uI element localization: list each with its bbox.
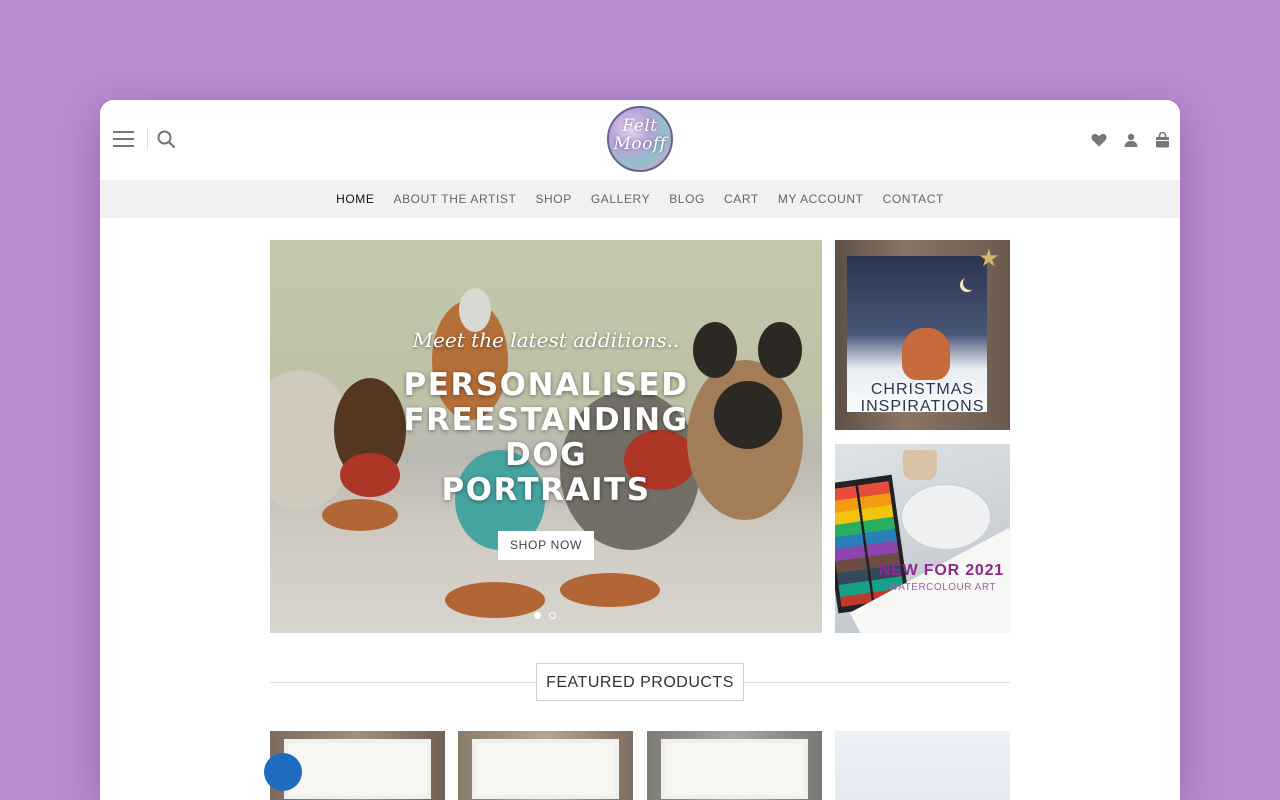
sale-badge (264, 753, 302, 791)
slider-dot-1[interactable] (534, 612, 541, 619)
nav-item-shop[interactable]: SHOP (535, 180, 571, 218)
fox-illustration (902, 328, 950, 380)
header-divider (147, 128, 148, 150)
hero-caption: Meet the latest additions.. (412, 328, 680, 352)
watercolour-art-subtitle: WATERCOLOUR ART (888, 582, 996, 593)
product-card[interactable] (647, 731, 822, 800)
product-card[interactable] (835, 731, 1010, 800)
star-icon: ★ (978, 245, 1000, 272)
menu-icon[interactable] (113, 131, 134, 147)
user-icon[interactable] (1124, 133, 1138, 147)
nav-item-my-account[interactable]: MY ACCOUNT (778, 180, 864, 218)
shop-now-button[interactable]: SHOP NOW (498, 531, 594, 560)
nav-item-about-the-artist[interactable]: ABOUT THE ARTIST (393, 180, 516, 218)
main-navigation: HOME ABOUT THE ARTIST SHOP GALLERY BLOG … (100, 180, 1180, 218)
water-cup (903, 450, 937, 480)
nav-item-gallery[interactable]: GALLERY (591, 180, 650, 218)
slider-dot-2[interactable] (549, 612, 556, 619)
product-card[interactable] (458, 731, 633, 800)
site-logo[interactable]: Felt Mooff (607, 106, 673, 172)
bag-icon[interactable] (1155, 132, 1170, 148)
new-for-2021-title: NEW FOR 2021 (878, 562, 1004, 579)
nav-item-cart[interactable]: CART (724, 180, 759, 218)
hero-slider[interactable]: Meet the latest additions.. PERSONALISED… (270, 240, 822, 633)
slider-dots (534, 612, 556, 619)
featured-products-heading: FEATURED PRODUCTS (536, 663, 744, 701)
watercolour-banner[interactable]: NEW FOR 2021 WATERCOLOUR ART (835, 444, 1010, 633)
hero-title: PERSONALISED FREESTANDING DOG PORTRAITS (403, 367, 689, 508)
christmas-banner-text: CHRISTMAS INSPIRATIONS (860, 381, 985, 415)
nav-item-contact[interactable]: CONTACT (883, 180, 944, 218)
nav-item-blog[interactable]: BLOG (669, 180, 705, 218)
nav-item-home[interactable]: HOME (336, 180, 374, 218)
heart-icon[interactable] (1091, 133, 1107, 147)
search-icon[interactable] (157, 130, 175, 148)
browser-window: Felt Mooff HOME ABOUT THE ARTIST SHOP GA… (100, 100, 1180, 800)
header-icons (1091, 131, 1170, 149)
site-header: Felt Mooff (100, 100, 1180, 180)
mixing-plate (901, 484, 991, 550)
moon-icon (963, 276, 977, 290)
christmas-inspirations-banner[interactable]: ★ CHRISTMAS INSPIRATIONS (835, 240, 1010, 430)
logo-text: Felt Mooff (613, 116, 667, 154)
